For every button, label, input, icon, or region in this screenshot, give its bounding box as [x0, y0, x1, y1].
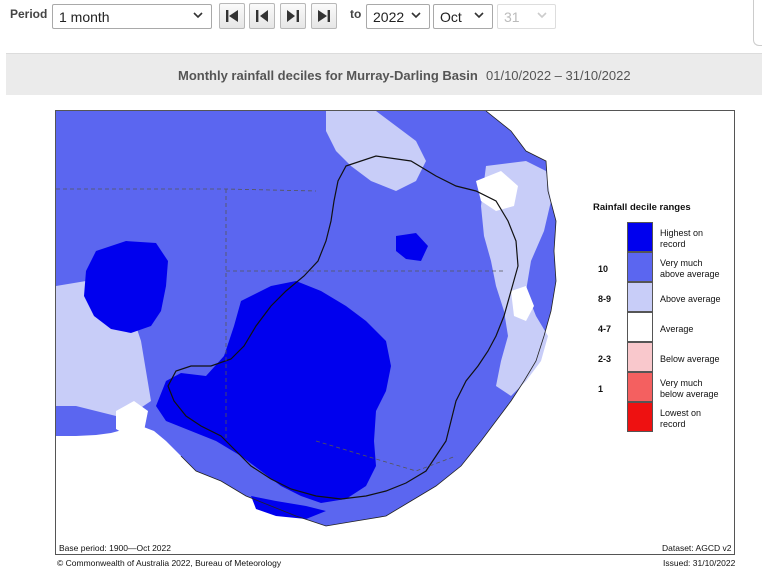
period-controls: Period 1 month to 2022 Oct 31 [0, 0, 762, 40]
base-period: Base period: 1900—Oct 2022 [59, 543, 171, 553]
legend-swatch-very-much-above [627, 252, 653, 282]
legend-label-average: Average [660, 324, 694, 334]
previous-period-button[interactable] [249, 3, 275, 29]
period-select-value: 1 month [59, 9, 110, 25]
copyright: © Commonwealth of Australia 2022, Bureau… [57, 558, 282, 568]
legend-swatch-above [627, 282, 653, 312]
month-select-value: Oct [440, 9, 462, 25]
legend-code-8-9: 8-9 [598, 294, 612, 304]
chevron-down-icon [474, 12, 484, 19]
year-select-value: 2022 [373, 9, 405, 25]
day-select[interactable]: 31 [497, 4, 556, 29]
legend-label-above: Above average [660, 294, 721, 304]
legend-code-10: 10 [598, 264, 609, 274]
legend-label-lowest: Lowest on record [660, 408, 702, 429]
panel-edge [753, 0, 762, 46]
to-label: to [350, 7, 362, 21]
dataset: Dataset: AGCD v2 [662, 543, 732, 553]
chevron-down-icon [411, 12, 421, 19]
legend-label-very-much-above: Very much above average [660, 258, 720, 279]
period-select[interactable]: 1 month [52, 4, 212, 29]
legend-label-highest: Highest on record [660, 228, 704, 249]
legend-title: Rainfall decile ranges [593, 202, 691, 213]
legend-code-1: 1 [598, 384, 604, 394]
month-select[interactable]: Oct [433, 4, 493, 29]
skip-first-icon [226, 10, 238, 22]
day-select-value: 31 [504, 9, 520, 25]
last-period-button[interactable] [311, 3, 337, 29]
legend-code-4-7: 4-7 [598, 324, 612, 334]
year-select[interactable]: 2022 [366, 4, 430, 29]
legend-swatch-lowest [627, 402, 653, 432]
legend-swatch-average [627, 312, 653, 342]
step-forward-icon [287, 10, 299, 22]
map-title-bar: Monthly rainfall deciles for Murray-Darl… [6, 53, 762, 95]
skip-last-icon [318, 10, 330, 22]
first-period-button[interactable] [219, 3, 245, 29]
issued-date: Issued: 31/10/2022 [663, 558, 736, 568]
map-title: Monthly rainfall deciles for Murray-Darl… [178, 68, 478, 83]
legend-code-2-3: 2-3 [598, 354, 612, 364]
legend-label-below: Below average [660, 354, 720, 364]
chevron-down-icon [193, 12, 203, 19]
next-period-button[interactable] [280, 3, 306, 29]
date-range: 01/10/2022 – 31/10/2022 [486, 68, 631, 83]
chevron-down-icon [537, 12, 547, 19]
step-back-icon [256, 10, 268, 22]
legend-label-very-much-below: Very much below average [660, 378, 719, 399]
period-label: Period [10, 7, 48, 21]
legend-swatch-below [627, 342, 653, 372]
legend-swatch-very-much-below [627, 372, 653, 402]
legend-swatch-highest [627, 222, 653, 252]
